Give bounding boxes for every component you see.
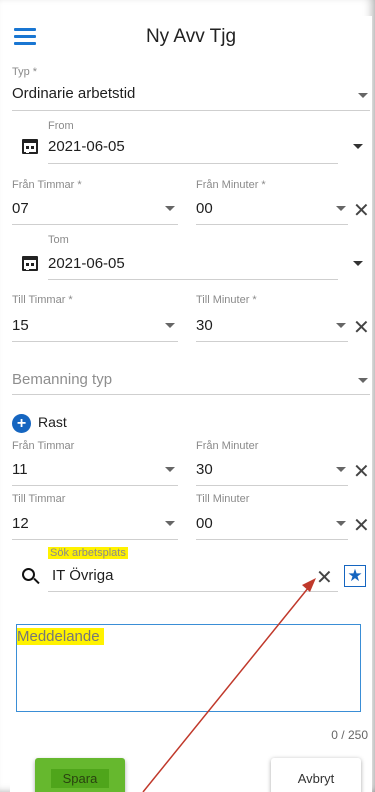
fran-minuter-select[interactable]: 00 [196, 200, 213, 217]
chevron-down-icon[interactable] [336, 206, 346, 211]
fran-timmar-label: Från Timmar * [12, 179, 82, 191]
bemanning-underline [12, 394, 370, 395]
arbetsplats-label-text: Sök arbetsplats [48, 547, 128, 559]
form-page: Ny Avv Tjg Typ * Ordinarie arbetstid Fro… [10, 16, 372, 792]
chevron-down-icon[interactable] [165, 206, 175, 211]
fran-timmar-underline [12, 224, 178, 225]
tom-label: Tom [48, 234, 69, 246]
rast-fran-minuter-label: Från Minuter [196, 440, 259, 452]
rast-till-timmar-underline [12, 539, 178, 540]
cancel-button-label: Avbryt [297, 770, 335, 786]
till-minuter-select[interactable]: 30 [196, 317, 213, 334]
chevron-down-icon[interactable] [336, 323, 346, 328]
chevron-down-icon[interactable] [353, 144, 363, 149]
cancel-button[interactable]: Avbryt [271, 758, 361, 792]
calendar-icon[interactable] [22, 139, 38, 154]
message-placeholder: Meddelande [17, 628, 104, 645]
close-icon[interactable]: ✕ [353, 462, 370, 482]
fran-minuter-underline [196, 224, 348, 225]
rast-till-minuter-underline [196, 539, 348, 540]
rast-till-minuter-select[interactable]: 00 [196, 515, 213, 532]
chevron-down-icon[interactable] [336, 467, 346, 472]
arbetsplats-underline [48, 591, 338, 592]
typ-select[interactable]: Ordinarie arbetstid [12, 85, 135, 102]
tom-underline [48, 279, 338, 280]
arbetsplats-label: Sök arbetsplats [48, 547, 128, 559]
character-counter: 0 / 250 [331, 728, 368, 742]
save-button[interactable]: Spara [35, 758, 125, 792]
add-circle-icon[interactable]: + [12, 414, 31, 433]
typ-label: Typ * [12, 66, 38, 78]
till-timmar-label: Till Timmar * [12, 294, 73, 306]
chevron-down-icon[interactable] [165, 467, 175, 472]
rast-fran-timmar-select[interactable]: 11 [12, 461, 28, 478]
rast-till-timmar-label: Till Timmar [12, 493, 66, 505]
star-icon[interactable]: ★ [344, 565, 366, 587]
fran-minuter-label: Från Minuter * [196, 179, 266, 191]
chevron-down-icon[interactable] [358, 93, 368, 98]
rast-till-timmar-select[interactable]: 12 [12, 515, 29, 532]
till-minuter-underline [196, 341, 348, 342]
app-header: Ny Avv Tjg [10, 16, 372, 60]
chevron-down-icon[interactable] [165, 521, 175, 526]
calendar-icon[interactable] [22, 256, 38, 271]
rast-till-minuter-label: Till Minuter [196, 493, 250, 505]
chevron-down-icon[interactable] [165, 323, 175, 328]
search-icon[interactable] [22, 568, 35, 581]
close-icon[interactable]: ✕ [353, 516, 370, 536]
from-date-field[interactable]: 2021-06-05 [48, 138, 125, 155]
typ-underline [12, 110, 370, 111]
rast-fran-timmar-underline [12, 485, 178, 486]
till-timmar-underline [12, 341, 178, 342]
from-underline [48, 163, 338, 164]
bemanning-typ-select[interactable]: Bemanning typ [12, 371, 112, 388]
chevron-down-icon[interactable] [358, 378, 368, 383]
tom-date-field[interactable]: 2021-06-05 [48, 255, 125, 272]
arbetsplats-search-input[interactable]: IT Övriga [52, 567, 113, 584]
fran-timmar-select[interactable]: 07 [12, 200, 29, 217]
page-title: Ny Avv Tjg [145, 26, 237, 47]
chevron-down-icon[interactable] [336, 521, 346, 526]
till-timmar-select[interactable]: 15 [12, 317, 29, 334]
close-icon[interactable]: ✕ [353, 201, 370, 221]
close-icon[interactable]: ✕ [316, 568, 333, 588]
message-textarea[interactable]: Meddelande [16, 624, 361, 712]
rast-fran-timmar-label: Från Timmar [12, 440, 75, 452]
close-icon[interactable]: ✕ [353, 318, 370, 338]
chevron-down-icon[interactable] [353, 261, 363, 266]
rast-fran-minuter-underline [196, 485, 348, 486]
rast-label: Rast [38, 414, 67, 430]
from-label: From [48, 120, 74, 132]
till-minuter-label: Till Minuter * [196, 294, 257, 306]
save-button-label: Spara [50, 768, 110, 788]
rast-fran-minuter-select[interactable]: 30 [196, 461, 213, 478]
